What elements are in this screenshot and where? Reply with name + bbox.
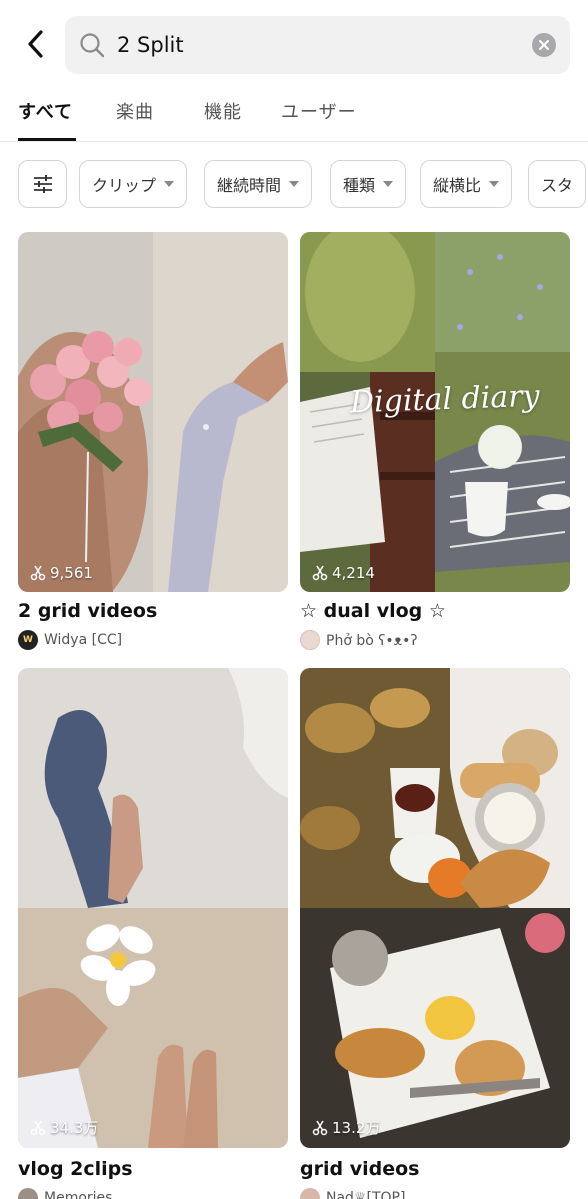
template-title[interactable]: grid videos <box>300 1158 419 1180</box>
overlay-text: Digital diary <box>349 378 541 421</box>
usage-count-value: 13.2万 <box>332 1119 381 1137</box>
template-title[interactable]: 2 grid videos <box>18 600 157 622</box>
usage-count: 9,561 <box>30 564 93 582</box>
back-button[interactable] <box>18 24 54 64</box>
filter-label: 継続時間 <box>217 176 282 195</box>
template-author[interactable]: Phở bò ʕ•ᴥ•ʔ <box>300 630 418 650</box>
clear-search-button[interactable] <box>532 33 556 57</box>
tab-bar: すべて 楽曲 機能 ユーザー <box>0 90 588 142</box>
author-name: Memories <box>44 1190 113 1199</box>
caret-down-icon <box>383 181 394 187</box>
usage-count: 4,214 <box>312 564 375 582</box>
scissors-icon <box>312 1120 328 1135</box>
search-input[interactable]: 2 Split <box>65 16 570 74</box>
usage-count: 13.2万 <box>312 1117 380 1138</box>
template-author[interactable]: W Widya [CC] <box>18 630 122 650</box>
avatar <box>300 630 320 650</box>
filter-aspect-ratio[interactable]: 縦横比 <box>420 160 513 208</box>
template-thumbnail[interactable]: 13.2万 <box>300 668 570 1148</box>
chevron-left-icon <box>28 30 43 58</box>
search-header: 2 Split <box>0 0 588 90</box>
caret-down-icon <box>164 181 175 187</box>
usage-count-value: 34.3万 <box>50 1119 99 1137</box>
tab-features[interactable]: 機能 <box>204 100 242 126</box>
scissors-icon <box>30 1120 46 1135</box>
filter-label: クリップ <box>92 176 157 195</box>
scissors-icon <box>30 565 46 581</box>
sliders-icon <box>33 175 52 193</box>
close-icon <box>539 40 549 50</box>
search-query[interactable]: 2 Split <box>117 30 184 60</box>
avatar <box>18 1188 38 1199</box>
author-name: Phở bò ʕ•ᴥ•ʔ <box>326 632 418 649</box>
avatar <box>300 1188 320 1199</box>
filter-label: スタ <box>541 176 574 195</box>
filter-bar: クリップ 継続時間 種類 縦横比 スタ <box>0 158 588 212</box>
author-name: Nad♕[TOP] <box>326 1190 406 1199</box>
tab-music[interactable]: 楽曲 <box>116 100 154 126</box>
active-tab-indicator <box>18 138 76 141</box>
caret-down-icon <box>489 181 500 187</box>
template-author[interactable]: Nad♕[TOP] <box>300 1188 405 1199</box>
search-icon <box>80 33 105 58</box>
thumbnail-image <box>300 668 570 1148</box>
usage-count-value: 9,561 <box>50 564 93 582</box>
filter-label: 種類 <box>343 176 376 195</box>
template-thumbnail[interactable]: Digital diary 4,214 <box>300 232 570 592</box>
tab-users[interactable]: ユーザー <box>281 100 357 126</box>
filter-style[interactable]: スタ <box>528 160 587 208</box>
caret-down-icon <box>289 181 300 187</box>
template-title[interactable]: ☆ dual vlog ☆ <box>300 600 446 622</box>
author-name: Widya [CC] <box>44 632 123 648</box>
filter-label: 縦横比 <box>433 176 482 195</box>
filter-type[interactable]: 種類 <box>330 160 407 208</box>
tab-all[interactable]: すべて <box>18 100 73 126</box>
scissors-icon <box>312 565 328 581</box>
avatar: W <box>18 630 38 650</box>
template-thumbnail[interactable]: 9,561 <box>18 232 288 592</box>
template-thumbnail[interactable]: 34.3万 <box>18 668 288 1148</box>
usage-count-value: 4,214 <box>332 564 375 582</box>
thumbnail-image <box>18 232 288 592</box>
template-author[interactable]: Memories <box>18 1188 112 1199</box>
filter-settings-button[interactable] <box>18 160 67 208</box>
template-title[interactable]: vlog 2clips <box>18 1158 133 1180</box>
filter-duration[interactable]: 継続時間 <box>204 160 313 208</box>
usage-count: 34.3万 <box>30 1117 98 1138</box>
filter-clip[interactable]: クリップ <box>79 160 188 208</box>
thumbnail-image <box>18 668 288 1148</box>
